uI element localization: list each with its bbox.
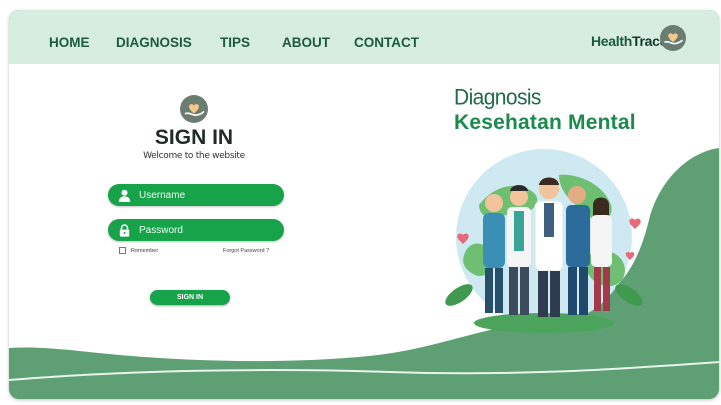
nav-about[interactable]: ABOUT bbox=[282, 35, 330, 50]
user-icon bbox=[118, 189, 131, 202]
brand-name[interactable]: HealthTrace bbox=[591, 33, 667, 49]
brand-name-part1: Health bbox=[591, 33, 632, 49]
forgot-password-link[interactable]: Forgot Password ? bbox=[223, 248, 269, 254]
username-field[interactable] bbox=[108, 184, 284, 206]
heart-in-hand-icon bbox=[660, 25, 686, 51]
hero-title-line1: Diagnosis bbox=[454, 85, 541, 110]
hero-title-line2: Kesehatan Mental bbox=[454, 111, 636, 134]
nav-tips[interactable]: TIPS bbox=[220, 35, 250, 50]
nav-contact[interactable]: CONTACT bbox=[354, 35, 419, 50]
password-field[interactable] bbox=[108, 219, 284, 241]
lock-icon bbox=[119, 223, 130, 237]
nav-diagnosis[interactable]: DIAGNOSIS bbox=[116, 35, 192, 50]
username-input[interactable] bbox=[139, 189, 279, 201]
app-window: HOME DIAGNOSIS TIPS ABOUT CONTACT Health… bbox=[9, 10, 719, 399]
top-navbar: HOME DIAGNOSIS TIPS ABOUT CONTACT Health… bbox=[9, 10, 719, 64]
signin-title: SIGN IN bbox=[154, 126, 234, 149]
remember-label: Remember bbox=[131, 247, 159, 254]
signin-subtitle: Welcome to the website bbox=[143, 151, 245, 161]
nav-home[interactable]: HOME bbox=[49, 35, 90, 50]
checkbox-box[interactable] bbox=[119, 247, 126, 254]
heart-in-hand-icon bbox=[180, 95, 208, 123]
remember-checkbox[interactable]: Remember bbox=[119, 247, 158, 254]
password-input[interactable] bbox=[139, 224, 279, 236]
medical-team-illustration bbox=[445, 149, 643, 333]
signin-button[interactable]: SIGN IN bbox=[150, 290, 230, 305]
